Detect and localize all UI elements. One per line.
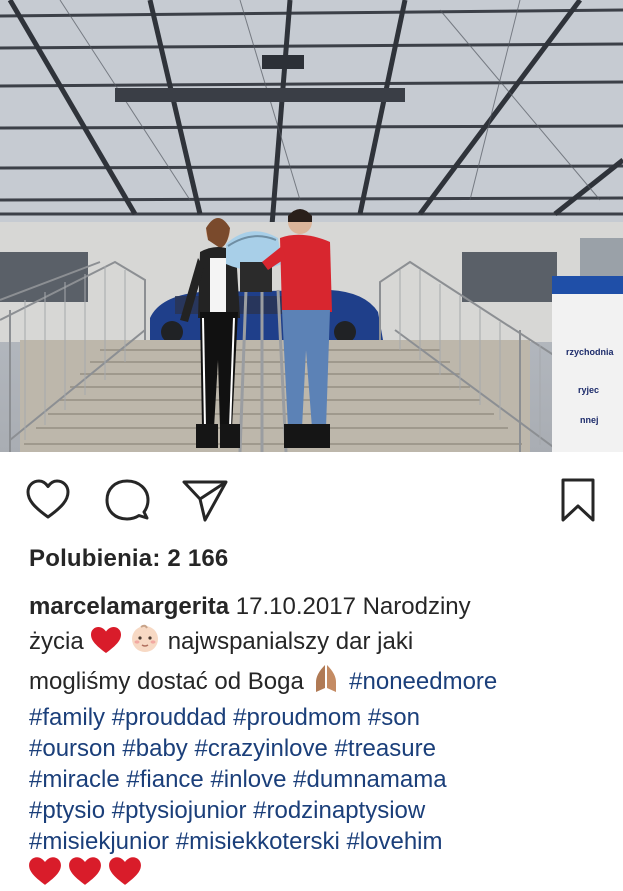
hashtag-link[interactable]: #rodzinaptysiow: [253, 797, 425, 824]
caption-date-title: 17.10.2017 Narodziny: [235, 593, 471, 620]
sign-text-line: nnej: [580, 415, 599, 425]
hashtag-link[interactable]: #misiekkoterski: [176, 828, 340, 855]
hashtag-link[interactable]: #ptysio: [29, 797, 105, 824]
heart-outline-icon[interactable]: [24, 476, 72, 524]
hashtag-link[interactable]: #inlove: [210, 766, 286, 793]
red-heart-emoji: [108, 856, 142, 891]
hashtag-link[interactable]: #prouddad: [112, 704, 227, 731]
hashtag-link[interactable]: #misiekjunior: [29, 828, 169, 855]
bookmark-icon[interactable]: [554, 476, 602, 524]
hashtag-link[interactable]: #proudmom: [233, 704, 361, 731]
caption-text: życia: [29, 628, 84, 655]
likes-number: 2 166: [167, 545, 229, 572]
paper-plane-icon[interactable]: [181, 476, 229, 524]
red-heart-emoji: [28, 856, 62, 891]
hashtag-link[interactable]: #baby: [122, 735, 187, 762]
folded-hands-emoji: [310, 662, 342, 702]
hashtag-link[interactable]: #dumnamama: [293, 766, 446, 793]
post-caption: marcelamargerita 17.10.2017 Narodziny ży…: [29, 591, 609, 857]
likes-label: Polubienia:: [29, 545, 161, 572]
baby-emoji: [129, 622, 161, 662]
hashtag-link[interactable]: #lovehim: [346, 828, 442, 855]
post-photo[interactable]: rzychodnia ryjec nnej: [0, 0, 623, 452]
hashtag-link[interactable]: #treasure: [335, 735, 436, 762]
red-heart-emoji: [68, 856, 102, 891]
hashtag-link[interactable]: #miracle: [29, 766, 120, 793]
sign-text-line: rzychodnia: [566, 347, 614, 357]
hashtag-link[interactable]: #crazyinlove: [194, 735, 327, 762]
caption-hearts-row: [28, 856, 148, 891]
hashtag-link[interactable]: #ourson: [29, 735, 116, 762]
hashtag-link[interactable]: #son: [368, 704, 420, 731]
hashtag-link[interactable]: #noneedmore: [349, 668, 497, 695]
comment-bubble-icon[interactable]: [103, 476, 151, 524]
hashtag-link[interactable]: #ptysiojunior: [112, 797, 247, 824]
likes-count[interactable]: Polubienia: 2 166: [29, 545, 228, 573]
caption-text: mogliśmy dostać od Boga: [29, 668, 304, 695]
hashtag-link[interactable]: #fiance: [126, 766, 203, 793]
red-heart-emoji: [90, 626, 122, 662]
sign-text-line: ryjec: [578, 385, 600, 395]
hospital-entrance-photo: [0, 0, 623, 452]
caption-text: najwspanialszy dar jaki: [167, 628, 414, 655]
post-action-bar: [0, 470, 623, 530]
caption-username[interactable]: marcelamargerita: [29, 593, 229, 620]
hashtag-link[interactable]: #family: [29, 704, 105, 731]
